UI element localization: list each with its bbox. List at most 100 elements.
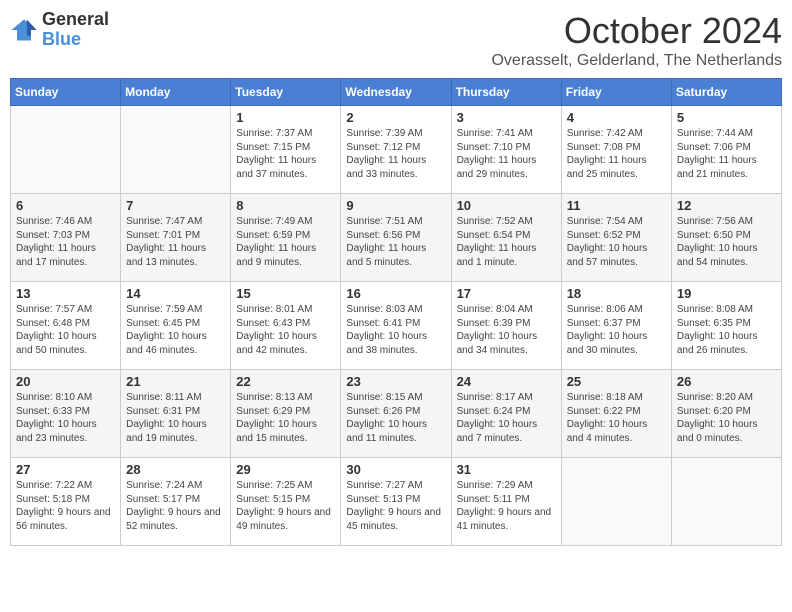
calendar-cell: 1 Sunrise: 7:37 AM Sunset: 7:15 PM Daylig… xyxy=(231,106,341,194)
calendar-cell: 24 Sunrise: 8:17 AM Sunset: 6:24 PM Dayli… xyxy=(451,370,561,458)
calendar-cell: 2 Sunrise: 7:39 AM Sunset: 7:12 PM Daylig… xyxy=(341,106,451,194)
day-number: 23 xyxy=(346,374,445,389)
day-content: Sunrise: 7:29 AM Sunset: 5:11 PM Dayligh… xyxy=(457,479,556,533)
day-number: 27 xyxy=(16,462,115,477)
calendar-cell: 11 Sunrise: 7:54 AM Sunset: 6:52 PM Dayli… xyxy=(561,194,671,282)
calendar-cell: 16Sunrise: 8:03 AM Sunset: 6:41 PM Dayli… xyxy=(341,282,451,370)
calendar-cell xyxy=(121,106,231,194)
calendar-cell: 13 Sunrise: 7:57 AM Sunset: 6:48 PM Dayli… xyxy=(11,282,121,370)
calendar-cell: 12 Sunrise: 7:56 AM Sunset: 6:50 PM Dayli… xyxy=(671,194,781,282)
day-number: 21 xyxy=(126,374,225,389)
day-content: Sunrise: 7:49 AM Sunset: 6:59 PM Dayligh… xyxy=(236,215,335,269)
day-number: 29 xyxy=(236,462,335,477)
day-content: Sunrise: 7:52 AM Sunset: 6:54 PM Dayligh… xyxy=(457,215,556,269)
day-content: Sunrise: 7:39 AM Sunset: 7:12 PM Dayligh… xyxy=(346,127,445,181)
calendar-body: 1 Sunrise: 7:37 AM Sunset: 7:15 PM Daylig… xyxy=(11,106,782,546)
calendar-cell: 28Sunrise: 7:24 AM Sunset: 5:17 PM Dayli… xyxy=(121,458,231,546)
day-number: 14 xyxy=(126,286,225,301)
calendar-cell: 27 Sunrise: 7:22 AM Sunset: 5:18 PM Dayli… xyxy=(11,458,121,546)
day-number: 15 xyxy=(236,286,335,301)
day-number: 6 xyxy=(16,198,115,213)
calendar-cell: 22Sunrise: 8:13 AM Sunset: 6:29 PM Dayli… xyxy=(231,370,341,458)
logo-text: General Blue xyxy=(42,10,109,50)
day-content: Sunrise: 8:20 AM Sunset: 6:20 PM Dayligh… xyxy=(677,391,776,445)
day-content: Sunrise: 7:22 AM Sunset: 5:18 PM Dayligh… xyxy=(16,479,115,533)
calendar-cell: 3Sunrise: 7:41 AM Sunset: 7:10 PM Daylig… xyxy=(451,106,561,194)
calendar-cell xyxy=(561,458,671,546)
day-number: 30 xyxy=(346,462,445,477)
day-content: Sunrise: 8:11 AM Sunset: 6:31 PM Dayligh… xyxy=(126,391,225,445)
day-number: 1 xyxy=(236,110,335,125)
calendar-cell: 19 Sunrise: 8:08 AM Sunset: 6:35 PM Dayli… xyxy=(671,282,781,370)
header-wednesday: Wednesday xyxy=(341,79,451,106)
day-content: Sunrise: 7:54 AM Sunset: 6:52 PM Dayligh… xyxy=(567,215,666,269)
calendar-cell: 30 Sunrise: 7:27 AM Sunset: 5:13 PM Dayli… xyxy=(341,458,451,546)
day-number: 20 xyxy=(16,374,115,389)
day-content: Sunrise: 8:01 AM Sunset: 6:43 PM Dayligh… xyxy=(236,303,335,357)
day-number: 31 xyxy=(457,462,556,477)
day-number: 17 xyxy=(457,286,556,301)
header-friday: Friday xyxy=(561,79,671,106)
week-row-1: 1 Sunrise: 7:37 AM Sunset: 7:15 PM Daylig… xyxy=(11,106,782,194)
day-number: 8 xyxy=(236,198,335,213)
subtitle: Overasselt, Gelderland, The Netherlands xyxy=(491,52,782,70)
day-content: Sunrise: 7:47 AM Sunset: 7:01 PM Dayligh… xyxy=(126,215,225,269)
calendar-cell: 20Sunrise: 8:10 AM Sunset: 6:33 PM Dayli… xyxy=(11,370,121,458)
week-row-2: 6Sunrise: 7:46 AM Sunset: 7:03 PM Daylig… xyxy=(11,194,782,282)
day-content: Sunrise: 7:59 AM Sunset: 6:45 PM Dayligh… xyxy=(126,303,225,357)
day-content: Sunrise: 8:08 AM Sunset: 6:35 PM Dayligh… xyxy=(677,303,776,357)
calendar-cell: 21 Sunrise: 8:11 AM Sunset: 6:31 PM Dayli… xyxy=(121,370,231,458)
day-number: 26 xyxy=(677,374,776,389)
day-number: 7 xyxy=(126,198,225,213)
calendar-cell: 5Sunrise: 7:44 AM Sunset: 7:06 PM Daylig… xyxy=(671,106,781,194)
day-content: Sunrise: 8:03 AM Sunset: 6:41 PM Dayligh… xyxy=(346,303,445,357)
day-content: Sunrise: 7:41 AM Sunset: 7:10 PM Dayligh… xyxy=(457,127,556,181)
month-title: October 2024 xyxy=(491,10,782,52)
day-number: 2 xyxy=(346,110,445,125)
day-content: Sunrise: 8:17 AM Sunset: 6:24 PM Dayligh… xyxy=(457,391,556,445)
header-thursday: Thursday xyxy=(451,79,561,106)
calendar-cell: 31 Sunrise: 7:29 AM Sunset: 5:11 PM Dayli… xyxy=(451,458,561,546)
day-content: Sunrise: 7:56 AM Sunset: 6:50 PM Dayligh… xyxy=(677,215,776,269)
calendar-header: SundayMondayTuesdayWednesdayThursdayFrid… xyxy=(11,79,782,106)
calendar-cell xyxy=(671,458,781,546)
week-row-3: 13 Sunrise: 7:57 AM Sunset: 6:48 PM Dayli… xyxy=(11,282,782,370)
day-number: 18 xyxy=(567,286,666,301)
day-number: 9 xyxy=(346,198,445,213)
day-number: 10 xyxy=(457,198,556,213)
header-sunday: Sunday xyxy=(11,79,121,106)
day-content: Sunrise: 7:25 AM Sunset: 5:15 PM Dayligh… xyxy=(236,479,335,533)
day-number: 13 xyxy=(16,286,115,301)
day-content: Sunrise: 7:57 AM Sunset: 6:48 PM Dayligh… xyxy=(16,303,115,357)
week-row-5: 27 Sunrise: 7:22 AM Sunset: 5:18 PM Dayli… xyxy=(11,458,782,546)
day-number: 24 xyxy=(457,374,556,389)
calendar-cell: 18Sunrise: 8:06 AM Sunset: 6:37 PM Dayli… xyxy=(561,282,671,370)
calendar-cell: 23Sunrise: 8:15 AM Sunset: 6:26 PM Dayli… xyxy=(341,370,451,458)
day-number: 19 xyxy=(677,286,776,301)
logo-blue-text: Blue xyxy=(42,30,109,50)
header-tuesday: Tuesday xyxy=(231,79,341,106)
logo-icon xyxy=(10,16,38,44)
calendar-cell: 4Sunrise: 7:42 AM Sunset: 7:08 PM Daylig… xyxy=(561,106,671,194)
week-row-4: 20Sunrise: 8:10 AM Sunset: 6:33 PM Dayli… xyxy=(11,370,782,458)
day-number: 28 xyxy=(126,462,225,477)
header-monday: Monday xyxy=(121,79,231,106)
header-row: SundayMondayTuesdayWednesdayThursdayFrid… xyxy=(11,79,782,106)
day-content: Sunrise: 7:37 AM Sunset: 7:15 PM Dayligh… xyxy=(236,127,335,181)
calendar-cell: 10 Sunrise: 7:52 AM Sunset: 6:54 PM Dayli… xyxy=(451,194,561,282)
day-number: 22 xyxy=(236,374,335,389)
day-content: Sunrise: 7:51 AM Sunset: 6:56 PM Dayligh… xyxy=(346,215,445,269)
calendar-cell: 9 Sunrise: 7:51 AM Sunset: 6:56 PM Daylig… xyxy=(341,194,451,282)
day-content: Sunrise: 7:27 AM Sunset: 5:13 PM Dayligh… xyxy=(346,479,445,533)
day-content: Sunrise: 7:44 AM Sunset: 7:06 PM Dayligh… xyxy=(677,127,776,181)
calendar-table: SundayMondayTuesdayWednesdayThursdayFrid… xyxy=(10,78,782,546)
calendar-cell: 25Sunrise: 8:18 AM Sunset: 6:22 PM Dayli… xyxy=(561,370,671,458)
logo-general-text: General xyxy=(42,10,109,30)
calendar-cell: 8 Sunrise: 7:49 AM Sunset: 6:59 PM Daylig… xyxy=(231,194,341,282)
day-number: 12 xyxy=(677,198,776,213)
logo: General Blue xyxy=(10,10,109,50)
calendar-cell: 26 Sunrise: 8:20 AM Sunset: 6:20 PM Dayli… xyxy=(671,370,781,458)
day-number: 11 xyxy=(567,198,666,213)
calendar-cell: 6Sunrise: 7:46 AM Sunset: 7:03 PM Daylig… xyxy=(11,194,121,282)
page-header: General Blue October 2024 Overasselt, Ge… xyxy=(10,10,782,70)
